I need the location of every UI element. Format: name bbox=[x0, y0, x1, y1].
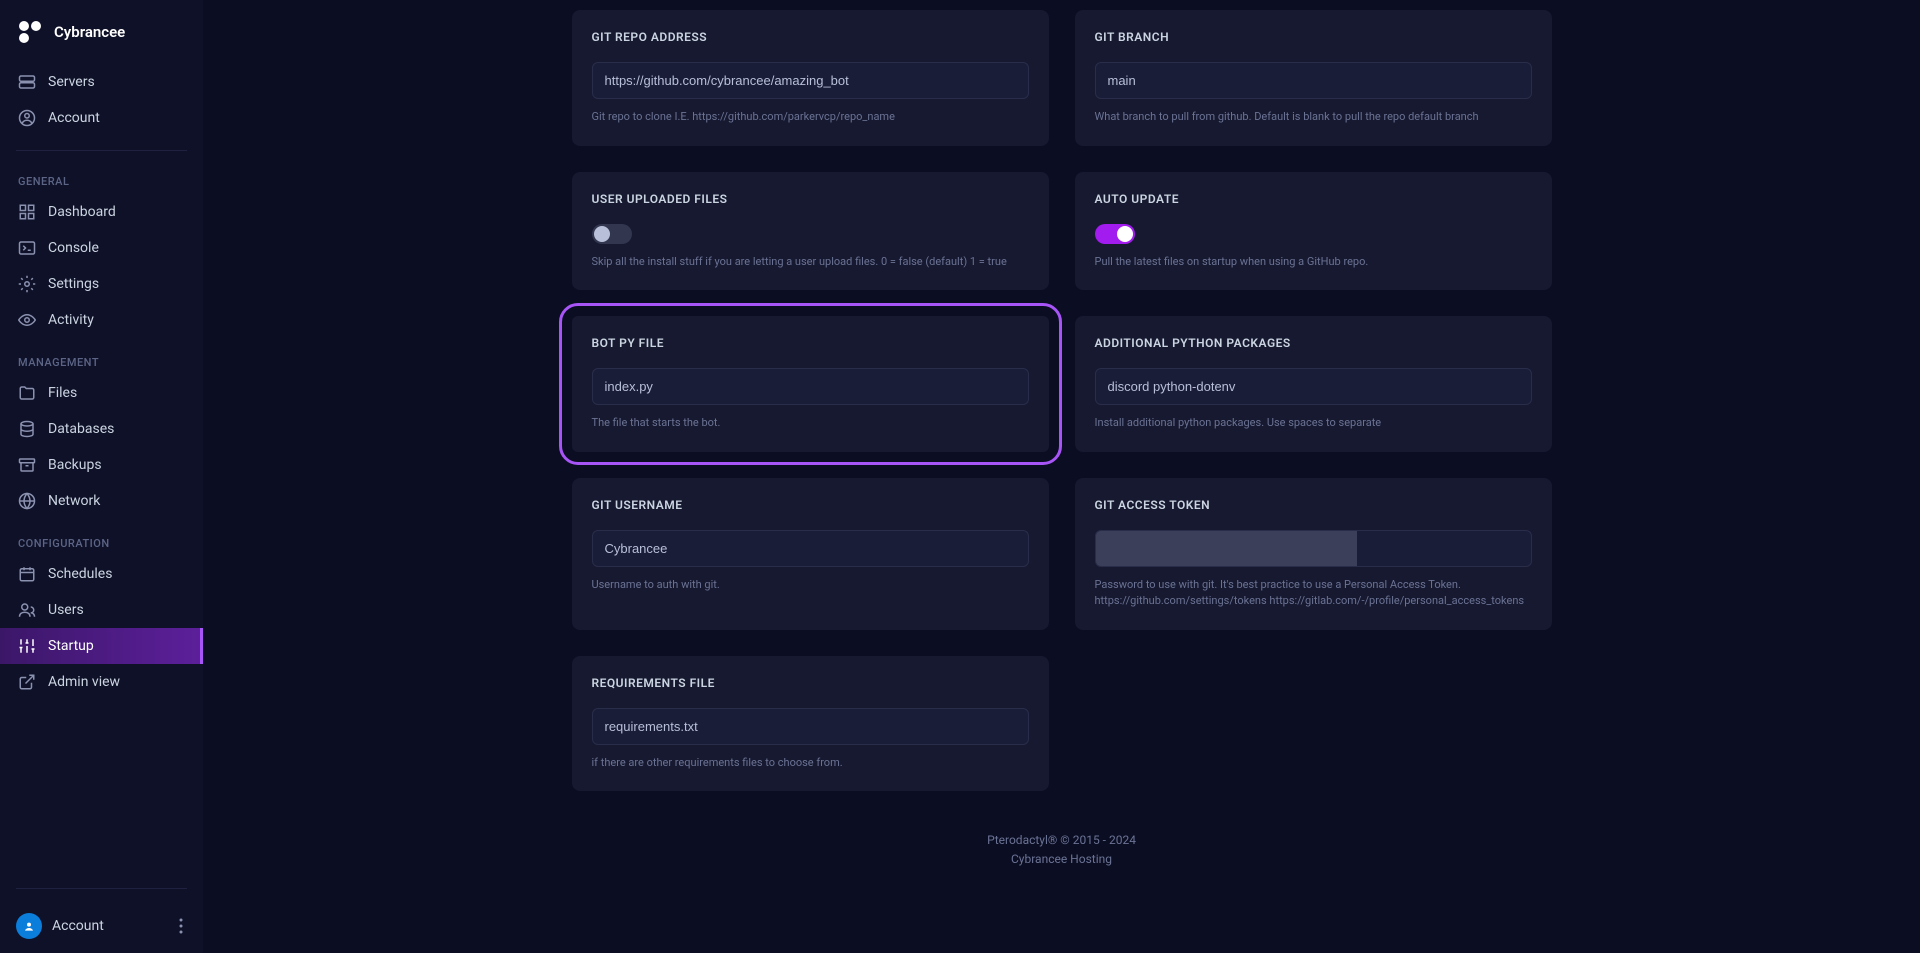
python-packages-input[interactable] bbox=[1095, 368, 1532, 405]
account-label: Account bbox=[52, 918, 165, 934]
nav-label: Account bbox=[48, 110, 100, 126]
section-label-general: GENERAL bbox=[0, 161, 203, 194]
nav-label: Backups bbox=[48, 457, 102, 473]
git-branch-input[interactable] bbox=[1095, 62, 1532, 99]
nav-label: Console bbox=[48, 240, 99, 256]
divider bbox=[16, 888, 187, 889]
eye-icon bbox=[18, 311, 36, 329]
card-title: GIT ACCESS TOKEN bbox=[1095, 498, 1532, 512]
nav-label: Dashboard bbox=[48, 204, 116, 220]
external-icon bbox=[18, 673, 36, 691]
auto-update-toggle[interactable] bbox=[1095, 224, 1135, 244]
nav-servers[interactable]: Servers bbox=[0, 64, 203, 100]
card-title: ADDITIONAL PYTHON PACKAGES bbox=[1095, 336, 1532, 350]
card-help: Pull the latest files on startup when us… bbox=[1095, 254, 1532, 271]
card-python-packages: ADDITIONAL PYTHON PACKAGES Install addit… bbox=[1075, 316, 1552, 452]
card-help: Username to auth with git. bbox=[592, 577, 1029, 594]
brand-logo[interactable]: Cybrancee bbox=[0, 0, 203, 64]
nav-label: Startup bbox=[48, 638, 94, 654]
card-git-repo: GIT REPO ADDRESS Git repo to clone I.E. … bbox=[572, 10, 1049, 146]
nav-activity[interactable]: Activity bbox=[0, 302, 203, 338]
footer-brand: Cybrancee Hosting bbox=[243, 850, 1880, 869]
card-title: REQUIREMENTS FILE bbox=[592, 676, 1029, 690]
card-help: Skip all the install stuff if you are le… bbox=[592, 254, 1029, 271]
avatar bbox=[16, 913, 42, 939]
cog-icon bbox=[18, 275, 36, 293]
user-uploaded-toggle[interactable] bbox=[592, 224, 632, 244]
footer-copyright: Pterodactyl® © 2015 - 2024 bbox=[243, 831, 1880, 850]
nav-label: Settings bbox=[48, 276, 99, 292]
terminal-icon bbox=[18, 239, 36, 257]
nav-schedules[interactable]: Schedules bbox=[0, 556, 203, 592]
nav-backups[interactable]: Backups bbox=[0, 447, 203, 483]
card-git-branch: GIT BRANCH What branch to pull from gith… bbox=[1075, 10, 1552, 146]
section-label-configuration: CONFIGURATION bbox=[0, 523, 203, 556]
nav-label: Admin view bbox=[48, 674, 120, 690]
card-git-token: GIT ACCESS TOKEN Password to use with gi… bbox=[1075, 478, 1552, 630]
divider bbox=[16, 150, 187, 151]
nav-label: Users bbox=[48, 602, 84, 618]
section-label-management: MANAGEMENT bbox=[0, 342, 203, 375]
server-icon bbox=[18, 73, 36, 91]
more-icon[interactable] bbox=[175, 914, 187, 938]
card-title: USER UPLOADED FILES bbox=[592, 192, 1029, 206]
card-title: GIT USERNAME bbox=[592, 498, 1029, 512]
user-circle-icon bbox=[18, 109, 36, 127]
users-icon bbox=[18, 601, 36, 619]
nav-label: Files bbox=[48, 385, 77, 401]
card-bot-py-file: BOT PY FILE The file that starts the bot… bbox=[572, 316, 1049, 452]
card-help: Git repo to clone I.E. https://github.co… bbox=[592, 109, 1029, 126]
nav-files[interactable]: Files bbox=[0, 375, 203, 411]
main-content: GIT REPO ADDRESS Git repo to clone I.E. … bbox=[203, 0, 1920, 953]
card-help: The file that starts the bot. bbox=[592, 415, 1029, 432]
nav-account[interactable]: Account bbox=[0, 100, 203, 136]
sliders-icon bbox=[18, 637, 36, 655]
brand-icon bbox=[16, 18, 44, 46]
git-token-input[interactable] bbox=[1095, 530, 1532, 567]
grid-icon bbox=[18, 203, 36, 221]
footer: Pterodactyl® © 2015 - 2024 Cybrancee Hos… bbox=[243, 831, 1880, 869]
account-footer[interactable]: Account bbox=[0, 899, 203, 953]
git-username-input[interactable] bbox=[592, 530, 1029, 567]
card-help: if there are other requirements files to… bbox=[592, 755, 1029, 772]
card-requirements: REQUIREMENTS FILE if there are other req… bbox=[572, 656, 1049, 792]
database-icon bbox=[18, 420, 36, 438]
nav-dashboard[interactable]: Dashboard bbox=[0, 194, 203, 230]
calendar-icon bbox=[18, 565, 36, 583]
nav-admin-view[interactable]: Admin view bbox=[0, 664, 203, 700]
card-title: AUTO UPDATE bbox=[1095, 192, 1532, 206]
card-title: BOT PY FILE bbox=[592, 336, 1029, 350]
archive-icon bbox=[18, 456, 36, 474]
card-auto-update: AUTO UPDATE Pull the latest files on sta… bbox=[1075, 172, 1552, 291]
git-repo-input[interactable] bbox=[592, 62, 1029, 99]
folder-icon bbox=[18, 384, 36, 402]
bot-py-input[interactable] bbox=[592, 368, 1029, 405]
nav-label: Activity bbox=[48, 312, 94, 328]
nav-databases[interactable]: Databases bbox=[0, 411, 203, 447]
nav-users[interactable]: Users bbox=[0, 592, 203, 628]
card-title: GIT REPO ADDRESS bbox=[592, 30, 1029, 44]
nav-console[interactable]: Console bbox=[0, 230, 203, 266]
card-help: Password to use with git. It's best prac… bbox=[1095, 577, 1532, 610]
card-git-username: GIT USERNAME Username to auth with git. bbox=[572, 478, 1049, 630]
nav-label: Servers bbox=[48, 74, 95, 90]
nav-settings[interactable]: Settings bbox=[0, 266, 203, 302]
card-help: Install additional python packages. Use … bbox=[1095, 415, 1532, 432]
nav-network[interactable]: Network bbox=[0, 483, 203, 519]
requirements-input[interactable] bbox=[592, 708, 1029, 745]
nav-startup[interactable]: Startup bbox=[0, 628, 203, 664]
globe-icon bbox=[18, 492, 36, 510]
sidebar: Cybrancee Servers Account GENERAL Dashbo… bbox=[0, 0, 203, 953]
nav-label: Databases bbox=[48, 421, 114, 437]
brand-name: Cybrancee bbox=[54, 23, 125, 41]
card-user-uploaded: USER UPLOADED FILES Skip all the install… bbox=[572, 172, 1049, 291]
nav-label: Schedules bbox=[48, 566, 112, 582]
card-title: GIT BRANCH bbox=[1095, 30, 1532, 44]
nav-label: Network bbox=[48, 493, 100, 509]
card-help: What branch to pull from github. Default… bbox=[1095, 109, 1532, 126]
